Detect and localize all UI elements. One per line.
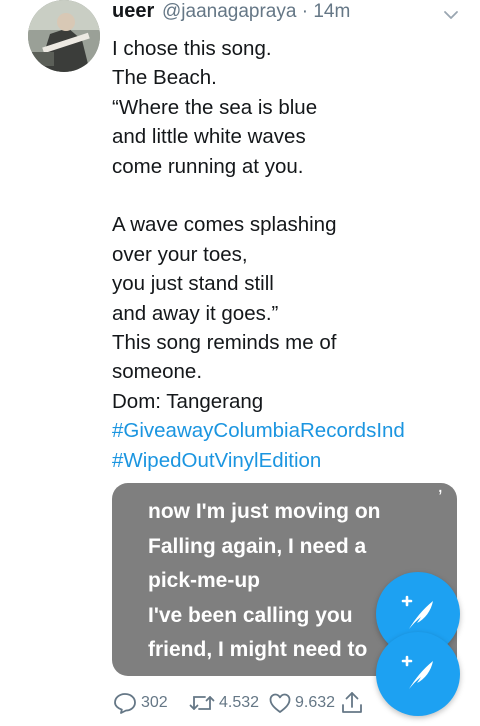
hashtag-link[interactable]: #WipedOutVinylEdition (112, 446, 462, 475)
lyric-line: now I'm just moving on (148, 500, 381, 523)
like-icon (269, 693, 291, 713)
compose-tweet-icon (401, 595, 433, 629)
time-separator: · (301, 1, 309, 22)
avatar[interactable] (28, 0, 100, 72)
avatar-image (28, 0, 100, 72)
compose-tweet-button-duplicate[interactable] (376, 632, 460, 716)
reply-button[interactable]: 302 (112, 688, 168, 718)
tweet-line: come running at you. (112, 154, 304, 178)
tweet-line: This song reminds me of (112, 331, 337, 355)
tweet-line: and away it goes.” (112, 301, 279, 325)
lyric-line: Falling again, I need a (148, 534, 367, 558)
handle[interactable]: @jaanagapraya (162, 1, 296, 22)
tweet-line: The Beach. (112, 66, 217, 90)
reply-icon (114, 693, 136, 714)
timestamp[interactable]: 14m (313, 1, 350, 22)
tweet-line: I chose this song. (112, 37, 272, 60)
tweet-line: Dom: Tangerang (112, 389, 264, 413)
chevron-down-icon[interactable] (442, 6, 460, 24)
hashtag-link[interactable]: #GiveawayColumbiaRecordsInd (112, 416, 462, 445)
like-count: 9.632 (295, 694, 336, 711)
tweet-text: I chose this song. The Beach. “Where the… (112, 34, 462, 475)
compose-tweet-icon (401, 655, 433, 689)
retweet-count: 4.532 (219, 694, 260, 711)
tweet-line: “Where the sea is blue (112, 95, 318, 119)
tweet-line: over your toes, (112, 242, 248, 266)
share-icon (342, 692, 362, 713)
share-button[interactable] (340, 688, 364, 718)
tweet-line: you just stand still (112, 272, 274, 296)
tweet-header: ueer @jaanagapraya · 14m (112, 0, 460, 28)
tweet-actions: 302 4.532 9.632 (112, 688, 372, 718)
retweet-icon (189, 696, 215, 710)
handle-and-time: @jaanagapraya · 14m (162, 1, 350, 23)
display-name[interactable]: ueer (112, 0, 154, 23)
like-button[interactable]: 9.632 (268, 688, 335, 718)
tweet-line: A wave comes splashing (112, 213, 337, 237)
tweet-line: and little white waves (112, 125, 306, 149)
tweet-line: someone. (112, 360, 203, 384)
retweet-button[interactable]: 4.532 (188, 688, 259, 718)
reply-count: 302 (141, 694, 168, 711)
